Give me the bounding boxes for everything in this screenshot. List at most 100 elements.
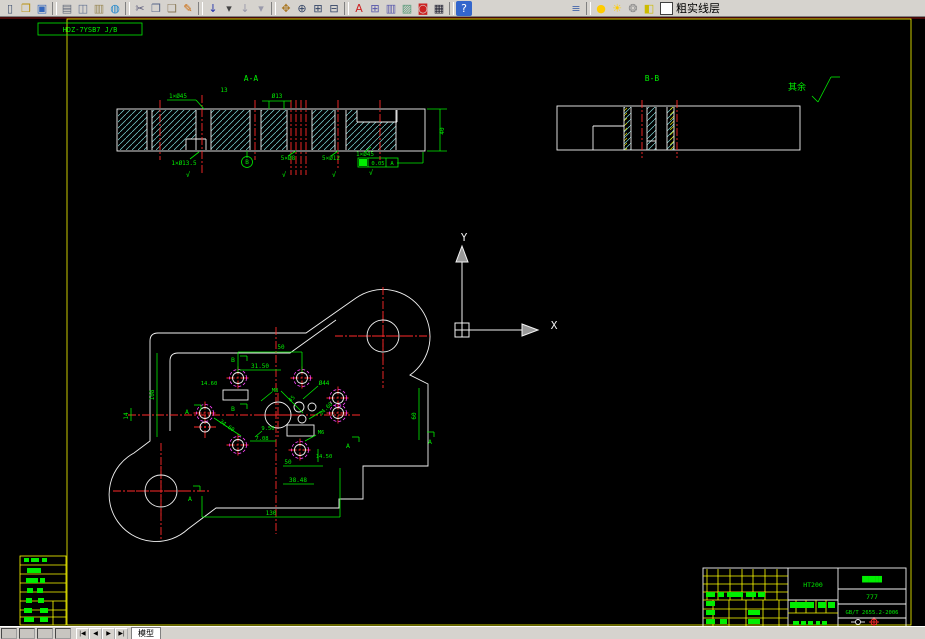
text-block <box>706 619 715 624</box>
text-block <box>27 568 41 573</box>
pan-icon[interactable]: ✥ <box>278 1 294 16</box>
annotation-text: 50 <box>284 459 292 466</box>
text-block <box>27 588 33 593</box>
paste-icon[interactable]: ❑ <box>164 1 180 16</box>
layer-new-icon[interactable]: ◧ <box>641 1 657 16</box>
save-icon[interactable]: ▣ <box>34 1 50 16</box>
annotation-text: 13 <box>220 87 228 94</box>
layer-name-label: 粗实线层 <box>676 2 720 15</box>
tab-nav-button[interactable]: ◀ <box>89 628 102 639</box>
annotation-text: 1×Ø45 <box>356 151 374 158</box>
text-block <box>38 598 44 603</box>
text-block <box>706 610 715 615</box>
text-block <box>801 621 806 625</box>
layers-icon[interactable]: ≡ <box>568 1 584 16</box>
layer-lock-icon[interactable]: ❂ <box>625 1 641 16</box>
zoom-previous-icon[interactable]: ⊟ <box>326 1 342 16</box>
text-block <box>720 619 727 624</box>
redo-icon[interactable]: ↓ <box>237 1 253 16</box>
annotation-text: A <box>188 495 192 503</box>
text-block <box>808 621 813 625</box>
section-view-a-a <box>116 108 426 168</box>
new-file-icon[interactable]: ▯ <box>2 1 18 16</box>
zoom-window-icon[interactable]: ⊞ <box>310 1 326 16</box>
annotation-text: 777 <box>866 593 878 601</box>
annotation-text: B <box>231 405 235 413</box>
status-bar: |◀ ◀ ▶ ▶| 模型 <box>0 626 925 639</box>
tab-nav-button[interactable]: ▶| <box>115 628 128 639</box>
tab-nav-button[interactable]: |◀ <box>76 628 89 639</box>
annotation-text: HDZ-7YSB7 J/B <box>63 26 118 34</box>
annotation-text: X <box>551 319 558 332</box>
toolbar-separator <box>125 1 130 15</box>
status-toggle[interactable] <box>19 628 35 639</box>
annotation-text: 108 <box>149 389 156 400</box>
print-preview-icon[interactable]: ◫ <box>75 1 91 16</box>
dim-style-icon[interactable]: ⊞ <box>367 1 383 16</box>
dimension-line <box>302 385 319 400</box>
help-icon[interactable]: ? <box>456 0 472 16</box>
tab-nav-button[interactable]: ▶ <box>102 628 115 639</box>
text-block <box>748 610 760 615</box>
toolbar-separator <box>586 1 591 15</box>
annotation-text: √ <box>332 171 337 179</box>
toolbar-separator <box>52 1 57 15</box>
text-block <box>31 558 39 562</box>
annotation-text: 5×Ø12 <box>322 155 340 162</box>
print-icon[interactable]: ▤ <box>59 1 75 16</box>
annotation-text: √ <box>186 171 191 179</box>
ole-object-icon[interactable]: ◙ <box>415 1 431 16</box>
annotation-text: A-A <box>244 74 259 83</box>
text-block <box>816 621 820 625</box>
text-style-icon[interactable]: A <box>351 1 367 16</box>
annotation-text: A <box>428 438 432 446</box>
table-grid-icon[interactable]: ▦ <box>431 1 447 16</box>
annotation-text: A <box>185 408 189 416</box>
annotation-text: 14.60 <box>201 381 218 387</box>
annotation-text: Ø13 <box>272 93 283 100</box>
sheet-border <box>66 18 912 626</box>
text-block <box>793 621 799 625</box>
status-toggle[interactable] <box>1 628 17 639</box>
publish-web-icon[interactable]: ◍ <box>107 1 123 16</box>
layer-on-bulb-icon[interactable]: ● <box>593 1 609 16</box>
text-block <box>727 592 743 597</box>
undo-icon[interactable]: ↓ <box>205 1 221 16</box>
toolbar-separator <box>198 1 203 15</box>
annotation-text: M8 <box>272 388 279 394</box>
layer-color-swatch[interactable] <box>660 1 673 15</box>
copy-icon[interactable]: ❐ <box>148 1 164 16</box>
annotation-text: 40 <box>439 127 446 135</box>
undo-dropdown-icon[interactable]: ▾ <box>221 1 237 16</box>
annotation-text: Ø44 <box>319 380 330 387</box>
text-block <box>828 602 835 608</box>
zoom-realtime-icon[interactable]: ⊕ <box>294 1 310 16</box>
hole <box>293 401 305 413</box>
status-toggle[interactable] <box>37 628 53 639</box>
cut-icon[interactable]: ✂ <box>132 1 148 16</box>
annotation-text: 5×Ø8 <box>281 155 296 162</box>
hole <box>307 402 317 412</box>
annotation-text: 1×Ø13.5 <box>171 160 197 167</box>
layer-thaw-sun-icon[interactable]: ☀ <box>609 1 625 16</box>
text-block <box>42 558 47 562</box>
image-attach-icon[interactable]: ▨ <box>399 1 415 16</box>
plot-stamp-icon[interactable]: ▥ <box>91 1 107 16</box>
annotation-text: 38.48 <box>289 477 307 484</box>
tab-model[interactable]: 模型 <box>131 627 161 639</box>
ucs-icon <box>454 244 540 338</box>
annotation-text: ██████ <box>861 575 883 583</box>
text-block <box>746 592 756 597</box>
table-style-icon[interactable]: ▥ <box>383 1 399 16</box>
annotation-text: 0.05 <box>371 161 384 167</box>
text-block <box>26 598 32 603</box>
open-file-icon[interactable]: ❒ <box>18 1 34 16</box>
annotation-text: B <box>231 356 235 364</box>
text-block <box>24 617 34 622</box>
format-painter-icon[interactable]: ✎ <box>180 1 196 16</box>
toolbar-spacer <box>472 8 568 9</box>
annotation-text: GB/T 2655.2-2006 <box>846 610 899 616</box>
status-toggle[interactable] <box>55 628 71 639</box>
drawing-canvas[interactable]: HDZ-7YSB7 J/B A-A B-B 其余 1×Ø45 13 Ø13 40 1×Ø13.5… <box>0 17 925 627</box>
redo-dropdown-icon[interactable]: ▾ <box>253 1 269 16</box>
